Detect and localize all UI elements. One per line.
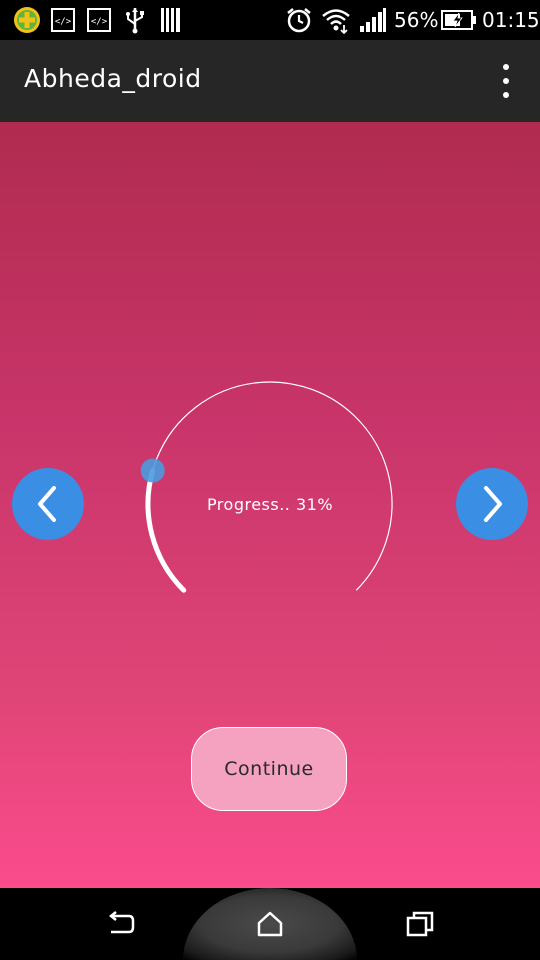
clock: 01:15 [482,8,540,32]
recents-icon[interactable] [400,906,440,942]
app-bar: Abheda_droid [0,40,540,122]
svg-text:</>: </> [55,17,72,27]
plus-circle-icon [12,6,42,34]
alarm-icon [284,6,314,34]
previous-button[interactable] [12,468,84,540]
progress-indicator: Progress.. 31% [140,374,400,594]
code-icon: </> [50,6,76,34]
navigation-bar [0,888,540,960]
overflow-menu-icon[interactable] [494,64,518,98]
home-icon[interactable] [250,906,290,942]
wifi-icon [320,6,352,34]
progress-label: Progress.. 31% [206,495,334,514]
main-content: Progress.. 31% Continue [0,122,540,888]
signal-icon [358,6,388,34]
chevron-right-icon [484,486,502,522]
svg-text:</>: </> [91,17,108,27]
app-title: Abheda_droid [24,64,202,93]
barcode-icon [158,6,184,34]
continue-button[interactable]: Continue [191,727,347,811]
progress-knob[interactable] [140,458,165,483]
battery-charging-icon [440,6,478,34]
chevron-left-icon [38,486,56,522]
status-bar: </> </> 56% 01:15 [0,0,540,40]
code-icon: </> [86,6,112,34]
battery-percent: 56% [394,8,439,32]
usb-icon [122,6,148,34]
back-icon[interactable] [100,906,140,942]
progress-ring [140,381,393,593]
next-button[interactable] [456,468,528,540]
